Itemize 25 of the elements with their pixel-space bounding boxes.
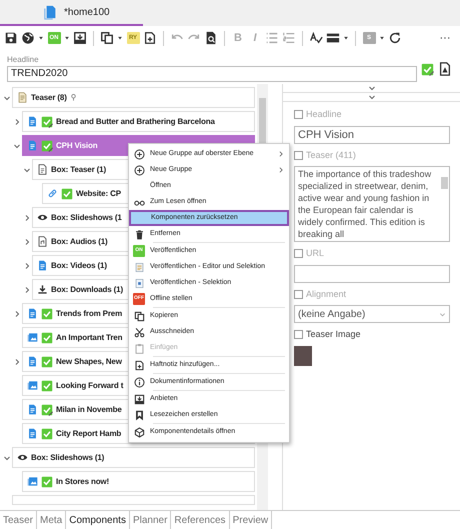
tree-item-label: Bread and Butter and Brathering Barcelona xyxy=(56,116,215,128)
teaser-text: The importance of this tradeshow specialized in streetwear, denim, active wear and young fashion in the European fair calendar is widely confirmed. This edition is breaking all xyxy=(298,168,432,240)
tree-item-label: Box: Slideshows (1) xyxy=(31,452,104,464)
tree-item-label: New Shapes, New xyxy=(56,356,122,368)
tree-item-label: City Report Hamb xyxy=(56,428,122,440)
tree-item-label: Box: Slideshows (1 xyxy=(51,212,122,224)
tree-item-label: Milan in Novembe xyxy=(56,404,122,416)
tree-item-label: Looking Forward t xyxy=(56,380,124,392)
tree-item-label: Box: Downloads (1) xyxy=(51,284,123,296)
document-title: *home100 xyxy=(64,6,110,20)
field-label: Teaser (411) xyxy=(306,148,356,162)
tree-item-label: Box: Videos (1) xyxy=(51,260,107,272)
tree-item-label: Box: Teaser (1) xyxy=(51,164,106,176)
tree-item-label: Teaser (8) xyxy=(31,92,67,104)
headline-label: Headline xyxy=(7,54,40,66)
field-label: Alignment xyxy=(306,288,346,301)
field-label: Headline xyxy=(306,108,342,121)
field-label: Teaser Image xyxy=(306,328,361,341)
tree-item-label: An Important Tren xyxy=(56,332,122,344)
field-label: URL xyxy=(306,247,324,260)
tree-item-label: Box: Audios (1) xyxy=(51,236,108,248)
tree-item-label: In Stores now! xyxy=(56,476,110,488)
tree-item-label: CPH Vision xyxy=(56,140,98,152)
tree-item-label: Website: CP xyxy=(76,188,121,200)
tree-item-label: Trends from Prem xyxy=(56,308,122,320)
